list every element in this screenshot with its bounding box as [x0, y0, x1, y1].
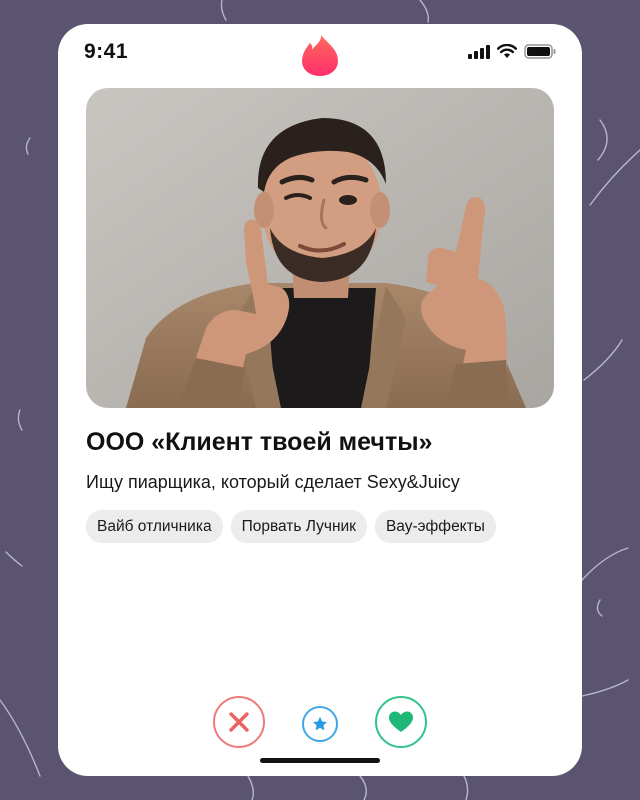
nope-button[interactable]	[213, 696, 265, 748]
status-bar: 9:41	[58, 24, 582, 84]
signal-icon	[468, 44, 490, 59]
profile-name: ООО «Клиент твоей мечты»	[86, 428, 433, 456]
heart-icon	[389, 711, 413, 732]
profile-description: Ищу пиарщика, который сделает Sexy&Juicy	[86, 472, 460, 492]
wifi-icon	[497, 44, 517, 58]
phone-screen: 9:41 ООО «Клиент твоей мечты» Ищу пиарщи…	[58, 24, 582, 776]
flame-icon[interactable]	[300, 32, 340, 78]
home-indicator[interactable]	[260, 758, 380, 763]
tag-chip[interactable]: Вайб отличника	[86, 510, 223, 543]
tag-chip[interactable]: Порвать Лучник	[230, 510, 367, 543]
status-time: 9:41	[84, 40, 129, 63]
action-bar	[58, 696, 582, 748]
battery-icon	[524, 44, 556, 59]
super-like-button[interactable]	[302, 706, 338, 742]
tag-chip[interactable]: Вау-эффекты	[374, 510, 496, 543]
like-button[interactable]	[375, 696, 427, 748]
profile-photo[interactable]	[86, 88, 554, 408]
star-icon	[312, 716, 328, 731]
status-icons	[468, 44, 556, 59]
profile-tags: Вайб отличника Порвать Лучник Вау-эффект…	[86, 510, 496, 543]
close-icon	[229, 712, 249, 732]
